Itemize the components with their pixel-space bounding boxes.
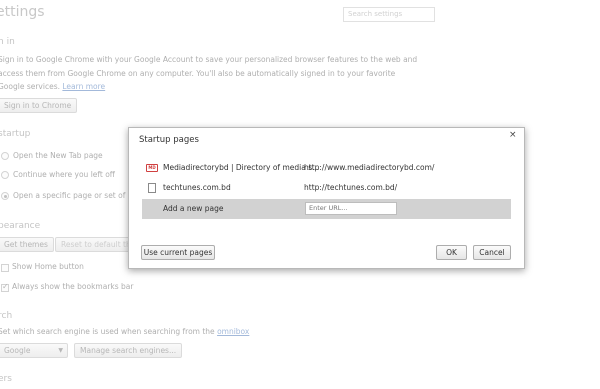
page-icon [148,183,156,193]
new-page-url-input[interactable] [305,202,397,215]
startup-page-url: http://techtunes.com.bd/ [304,183,398,192]
startup-page-name: techtunes.com.bd [163,183,231,192]
mediadirectory-favicon-icon: MD [146,164,158,172]
startup-page-name: Mediadirectorybd | Directory of media s.… [163,163,320,172]
startup-pages-dialog: Startup pages × MD Mediadirectorybd | Di… [128,127,525,269]
close-icon[interactable]: × [509,130,517,140]
cancel-button[interactable]: Cancel [473,245,511,260]
startup-page-row[interactable]: techtunes.com.bd http://techtunes.com.bd… [142,179,511,197]
startup-page-row[interactable]: MD Mediadirectorybd | Directory of media… [142,159,511,177]
dialog-title: Startup pages [139,135,199,145]
add-new-page-row: Add a new page [142,199,511,219]
use-current-pages-button[interactable]: Use current pages [141,245,215,260]
startup-page-url: http://www.mediadirectorybd.com/ [304,163,435,172]
add-new-page-label: Add a new page [163,204,224,213]
ok-button[interactable]: OK [436,245,467,260]
